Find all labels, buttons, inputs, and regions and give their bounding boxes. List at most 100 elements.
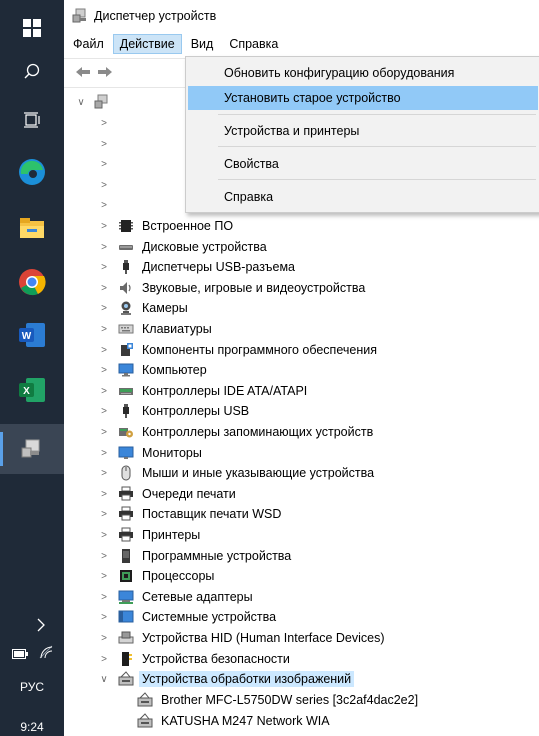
tree-category-row[interactable]: > Компьютер [64,360,539,380]
back-arrow-icon[interactable] [74,64,92,80]
tree-category-row[interactable]: > Сетевые адаптеры [64,587,539,607]
menu-item-add-legacy-hardware[interactable]: Установить старое устройство [188,86,538,110]
tree-category-row[interactable]: > Контроллеры запоминающих устройств [64,422,539,442]
menu-item-properties[interactable]: Свойства [188,152,538,176]
chevron-right-icon[interactable]: > [99,365,109,376]
tree-category-row[interactable]: > Процессоры [64,566,539,586]
software-device-icon [122,549,130,563]
chevron-right-icon[interactable]: > [99,118,109,129]
tree-category-row[interactable]: > Мыши и иные указывающие устройства [64,463,539,483]
tree-device-label: KATUSHA M247 Network WIA [161,714,330,728]
tree-category-row[interactable]: > Контроллеры USB [64,401,539,421]
chevron-right-icon[interactable]: > [99,242,109,253]
chevron-right-icon[interactable]: > [99,221,109,232]
language-indicator[interactable]: РУС [0,680,64,694]
menu-help[interactable]: Справка [222,34,285,54]
usb-icon [123,404,129,418]
security-device-icon [122,652,132,666]
battery-icon[interactable] [12,648,28,662]
tree-category-row[interactable]: > Встроенное ПО [64,216,539,236]
chevron-right-icon[interactable]: > [99,427,109,438]
device-manager-title-icon [72,8,86,23]
chevron-right-icon[interactable]: > [99,139,109,150]
chevron-right-icon[interactable]: > [99,633,109,644]
tree-category-label: Компьютер [142,363,207,377]
menu-item-devices-and-printers[interactable]: Устройства и принтеры [188,119,538,143]
tree-device-row[interactable]: Brother MFC-L5750DW series [3c2af4dac2e2… [64,690,539,710]
word-icon[interactable]: W [0,310,64,360]
tree-category-row[interactable]: > Поставщик печати WSD [64,504,539,524]
wifi-icon[interactable] [38,645,54,662]
mouse-icon [121,465,131,481]
tree-category-label: Мониторы [142,446,202,460]
menu-file[interactable]: Файл [66,34,111,54]
excel-icon[interactable]: X [0,365,64,415]
firmware-icon [119,220,133,232]
tree-category-row[interactable]: > Компоненты программного обеспечения [64,340,539,360]
task-view-icon[interactable] [0,95,64,145]
chevron-right-icon[interactable]: > [99,200,109,211]
tree-category-label: Встроенное ПО [142,219,234,233]
edge-icon[interactable] [0,147,64,197]
chevron-down-icon[interactable]: ∨ [99,674,109,685]
tree-category-label: Компоненты программного обеспечения [142,343,377,357]
chevron-right-icon[interactable]: > [99,180,109,191]
processor-icon [120,570,132,582]
chevron-right-icon[interactable]: > [99,551,109,562]
tree-category-row[interactable]: > Программные устройства [64,546,539,566]
device-manager-icon[interactable] [0,424,64,474]
tree-category-row[interactable]: > Мониторы [64,443,539,463]
chevron-right-icon[interactable]: > [99,489,109,500]
tree-category-row[interactable]: > Системные устройства [64,607,539,627]
chevron-right-icon[interactable]: > [99,592,109,603]
chevron-right-icon[interactable]: > [99,283,109,294]
chevron-right-icon[interactable]: > [99,530,109,541]
tree-category-row[interactable]: > Устройства безопасности [64,649,539,669]
chevron-right-icon[interactable]: > [99,468,109,479]
chevron-right-icon[interactable]: > [99,262,109,273]
file-explorer-icon[interactable] [0,203,64,253]
chevron-right-icon[interactable]: > [99,386,109,397]
tree-category-label: Контроллеры USB [142,404,250,418]
menu-action[interactable]: Действие [112,34,182,54]
tree-device-row[interactable]: KATUSHA M247 Network WIA [64,711,539,731]
tree-category-row[interactable]: > Контроллеры IDE ATA/ATAPI [64,381,539,401]
forward-arrow-icon[interactable] [96,64,114,80]
tree-category-row[interactable]: > Устройства HID (Human Interface Devices… [64,628,539,648]
chevron-right-icon[interactable]: > [99,159,109,170]
tree-category-label: Дисковые устройства [142,240,267,254]
chevron-right-icon[interactable]: > [99,654,109,665]
chevron-right-icon[interactable]: > [99,509,109,520]
chevron-right-icon[interactable]: > [99,406,109,417]
show-hidden-icons-chevron-icon[interactable] [36,618,46,635]
tree-category-row[interactable]: ∨ Устройства обработки изображений [64,669,539,689]
clock[interactable]: 9:24 [0,720,64,734]
chevron-right-icon[interactable]: > [99,324,109,335]
title-bar[interactable]: Диспетчер устройств [64,0,539,32]
tree-category-row[interactable]: > Клавиатуры [64,319,539,339]
disk-drive-icon [119,245,133,250]
tree-category-label: Программные устройства [142,549,292,563]
tree-category-row[interactable]: > Принтеры [64,525,539,545]
tree-category-row[interactable]: > Звуковые, игровые и видеоустройства [64,278,539,298]
search-icon[interactable] [0,47,64,97]
tree-category-row[interactable]: > Очереди печати [64,484,539,504]
tree-category-row[interactable]: > Камеры [64,298,539,318]
tree-category-label: Принтеры [142,528,201,542]
chevron-right-icon[interactable]: > [99,612,109,623]
menu-view[interactable]: Вид [184,34,221,54]
imaging-device-icon [118,671,134,686]
chevron-down-icon[interactable]: ∨ [76,97,86,108]
chevron-right-icon[interactable]: > [99,571,109,582]
chrome-icon[interactable] [0,257,64,307]
tree-category-row[interactable]: > Дисковые устройства [64,237,539,257]
tree-category-label: Системные устройства [142,610,277,624]
tree-category-row[interactable]: > Диспетчеры USB-разъема [64,257,539,277]
chevron-right-icon[interactable]: > [99,303,109,314]
menu-item-refresh-hardware[interactable]: Обновить конфигурацию оборудования [188,61,538,85]
chevron-right-icon[interactable]: > [99,448,109,459]
menu-item-help[interactable]: Справка [188,185,538,209]
chevron-right-icon[interactable]: > [99,345,109,356]
windows-start-icon[interactable] [0,3,64,53]
svg-text:X: X [23,386,30,397]
